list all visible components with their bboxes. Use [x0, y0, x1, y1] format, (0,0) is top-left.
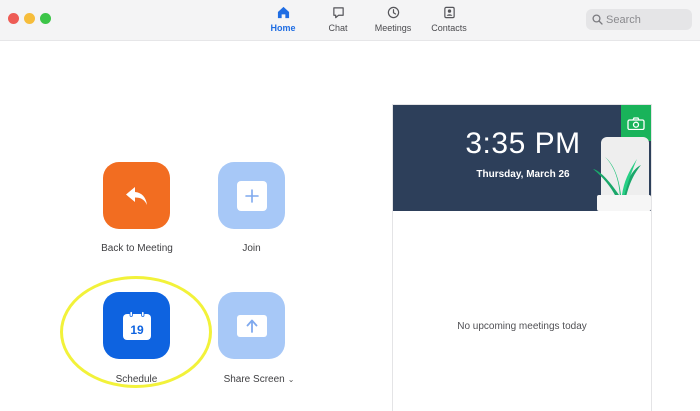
back-arrow-icon: [125, 186, 147, 205]
tab-home[interactable]: Home: [266, 6, 300, 36]
share-options-chevron-icon[interactable]: ⌄: [288, 375, 295, 384]
clock-banner: 3:35 PM Thursday, March 26: [393, 105, 651, 211]
highlight-circle: [60, 276, 212, 388]
title-bar: Home Chat Meetings Contacts: [0, 0, 700, 41]
plant-illustration: [593, 137, 651, 211]
tab-chat[interactable]: Chat: [322, 6, 354, 36]
share-screen-text: Share Screen: [223, 374, 285, 385]
tab-label: Chat: [328, 23, 348, 33]
chat-icon: [332, 7, 344, 19]
maximize-window-button[interactable]: [40, 13, 51, 24]
tab-label: Contacts: [431, 23, 467, 33]
join-label: Join: [242, 243, 261, 254]
share-screen-label: Share Screen ⌄: [214, 374, 304, 385]
current-time: 3:35 PM: [465, 127, 581, 160]
plus-icon: [236, 180, 267, 211]
back-to-meeting-button[interactable]: [103, 162, 170, 229]
camera-icon: [627, 117, 645, 130]
tab-contacts[interactable]: Contacts: [428, 6, 470, 36]
join-button[interactable]: [218, 162, 285, 229]
upcoming-meetings-card: 3:35 PM Thursday, March 26 No upcoming m…: [392, 104, 652, 411]
minimize-window-button[interactable]: [24, 13, 35, 24]
tab-meetings[interactable]: Meetings: [371, 6, 415, 36]
current-date: Thursday, March 26: [476, 169, 570, 180]
share-screen-button[interactable]: [218, 292, 285, 359]
close-window-button[interactable]: [8, 13, 19, 24]
back-to-meeting-label: Back to Meeting: [101, 243, 173, 254]
contacts-icon: [443, 6, 455, 19]
search-icon: [592, 14, 603, 25]
tab-label: Home: [270, 23, 296, 33]
tab-label: Meetings: [374, 23, 412, 33]
home-icon: [277, 6, 289, 19]
clock-icon: [387, 6, 399, 19]
no-meetings-message: No upcoming meetings today: [457, 321, 587, 332]
search-input[interactable]: [606, 9, 686, 30]
share-arrow-icon: [236, 314, 267, 337]
search-box[interactable]: [586, 9, 692, 30]
